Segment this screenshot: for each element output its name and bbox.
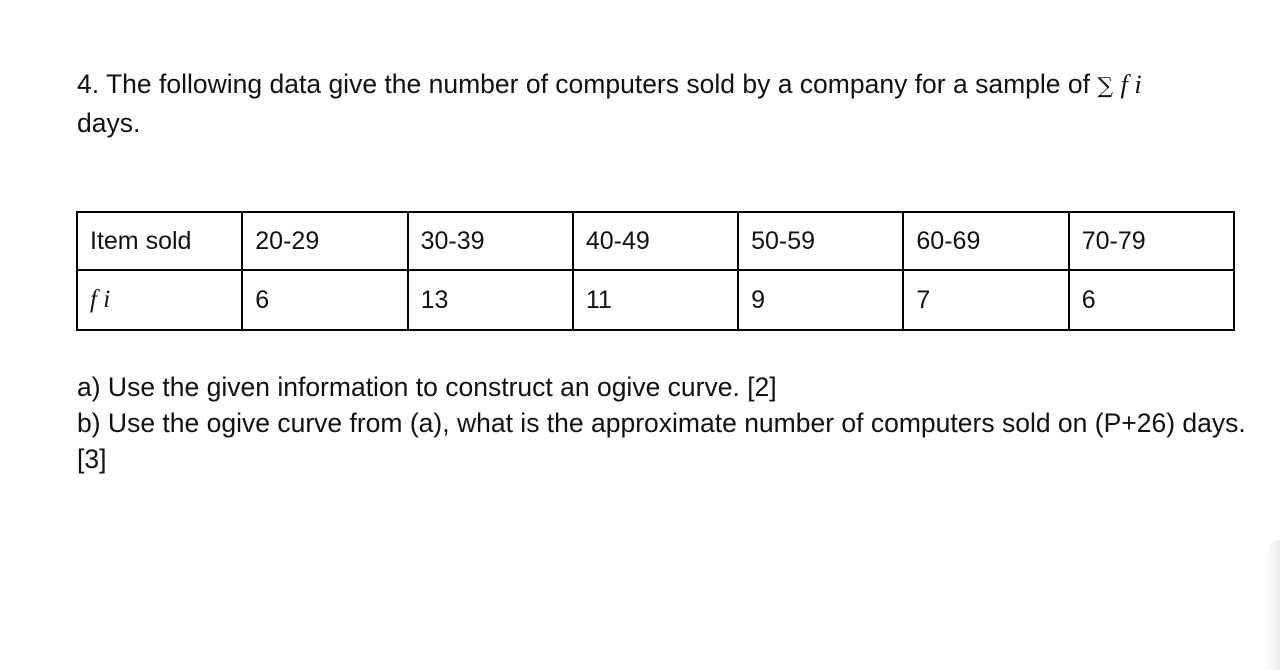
frequency-cell: 6	[241, 269, 409, 331]
class-cell: 40-49	[571, 211, 740, 271]
question-text: 4. The following data give the number of…	[77, 66, 1227, 141]
part-b: b) Use the ogive curve from (a), what is…	[77, 408, 1246, 474]
question-body: The following data give the number of co…	[106, 69, 1090, 99]
frequency-table: Item sold 20-29 30-39 40-49 50-59 60-69 …	[75, 211, 1236, 331]
class-cell: 30-39	[406, 211, 574, 271]
class-cell: 20-29	[241, 211, 409, 271]
question-parts: a) Use the given information to construc…	[77, 369, 1247, 477]
frequency-cell: 11	[571, 269, 740, 331]
frequency-cell: 6	[1067, 269, 1236, 331]
row-label-cell: f i	[75, 269, 244, 331]
class-cell: 60-69	[902, 211, 1070, 271]
table-row-classes: Item sold 20-29 30-39 40-49 50-59 60-69 …	[75, 211, 1236, 271]
frequency-cell: 9	[737, 269, 905, 331]
class-cell: 50-59	[737, 211, 905, 271]
page-edge-shadow	[1266, 540, 1280, 670]
part-a: a) Use the given information to construc…	[77, 372, 777, 402]
header-label-cell: Item sold	[75, 211, 244, 271]
frequency-cell: 7	[902, 269, 1070, 331]
frequency-cell: 13	[406, 269, 574, 331]
class-cell: 70-79	[1067, 211, 1236, 271]
sum-term: f i	[1120, 69, 1142, 99]
sigma-symbol: ∑	[1097, 74, 1114, 99]
question-end: days.	[77, 108, 141, 138]
table-row-frequencies: f i 6 13 11 9 7 6	[75, 269, 1236, 331]
question-number: 4.	[77, 69, 100, 99]
